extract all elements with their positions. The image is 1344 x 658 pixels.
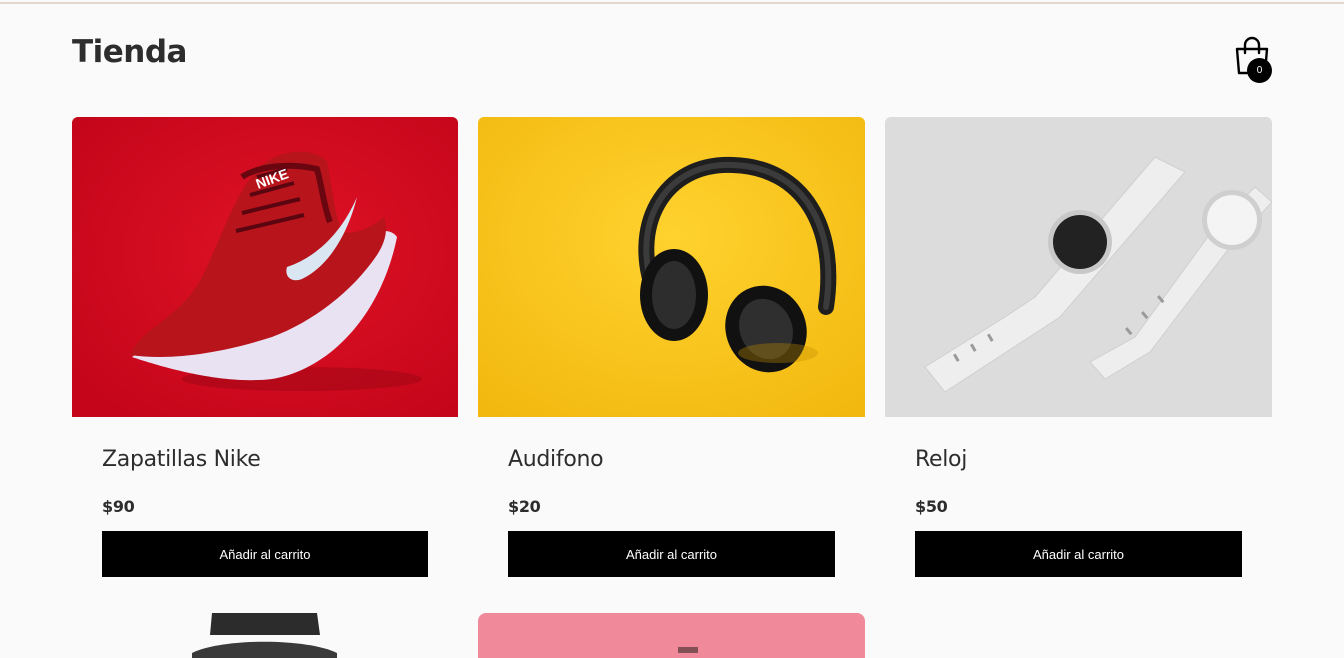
product-price: $20 [508,497,541,516]
product-image [478,613,865,658]
red-nike-sneaker-photo: NIKE [72,117,458,417]
product-card: Audifono $20 Añadir al carrito [478,117,865,577]
product-image: NIKE [72,117,458,417]
product-name: Reloj [915,447,968,472]
product-name: Audifono [508,447,604,472]
product-card: Reloj $50 Añadir al carrito [885,117,1272,577]
product-card [478,613,865,658]
pink-background-photo [478,613,865,658]
cart-count-badge: 0 [1247,58,1272,83]
product-card: NIKE Zapatillas Nike $90 Añadir al carri… [72,117,458,577]
product-grid: NIKE Zapatillas Nike $90 Añadir al carri… [72,117,1272,658]
add-to-cart-button[interactable]: Añadir al carrito [102,531,428,577]
add-to-cart-button[interactable]: Añadir al carrito [508,531,835,577]
cart-button[interactable]: 0 [1234,36,1274,84]
product-name: Zapatillas Nike [102,447,261,472]
top-rule [0,2,1344,4]
white-watches-photo [885,117,1272,417]
product-image [885,117,1272,417]
add-to-cart-button[interactable]: Añadir al carrito [915,531,1242,577]
product-card [72,613,458,658]
black-watch-photo [72,613,458,658]
black-headphones-yellow-photo [478,117,865,417]
product-image [478,117,865,417]
product-image [72,613,458,658]
product-price: $90 [102,497,135,516]
page-title: Tienda [72,34,187,70]
product-price: $50 [915,497,948,516]
